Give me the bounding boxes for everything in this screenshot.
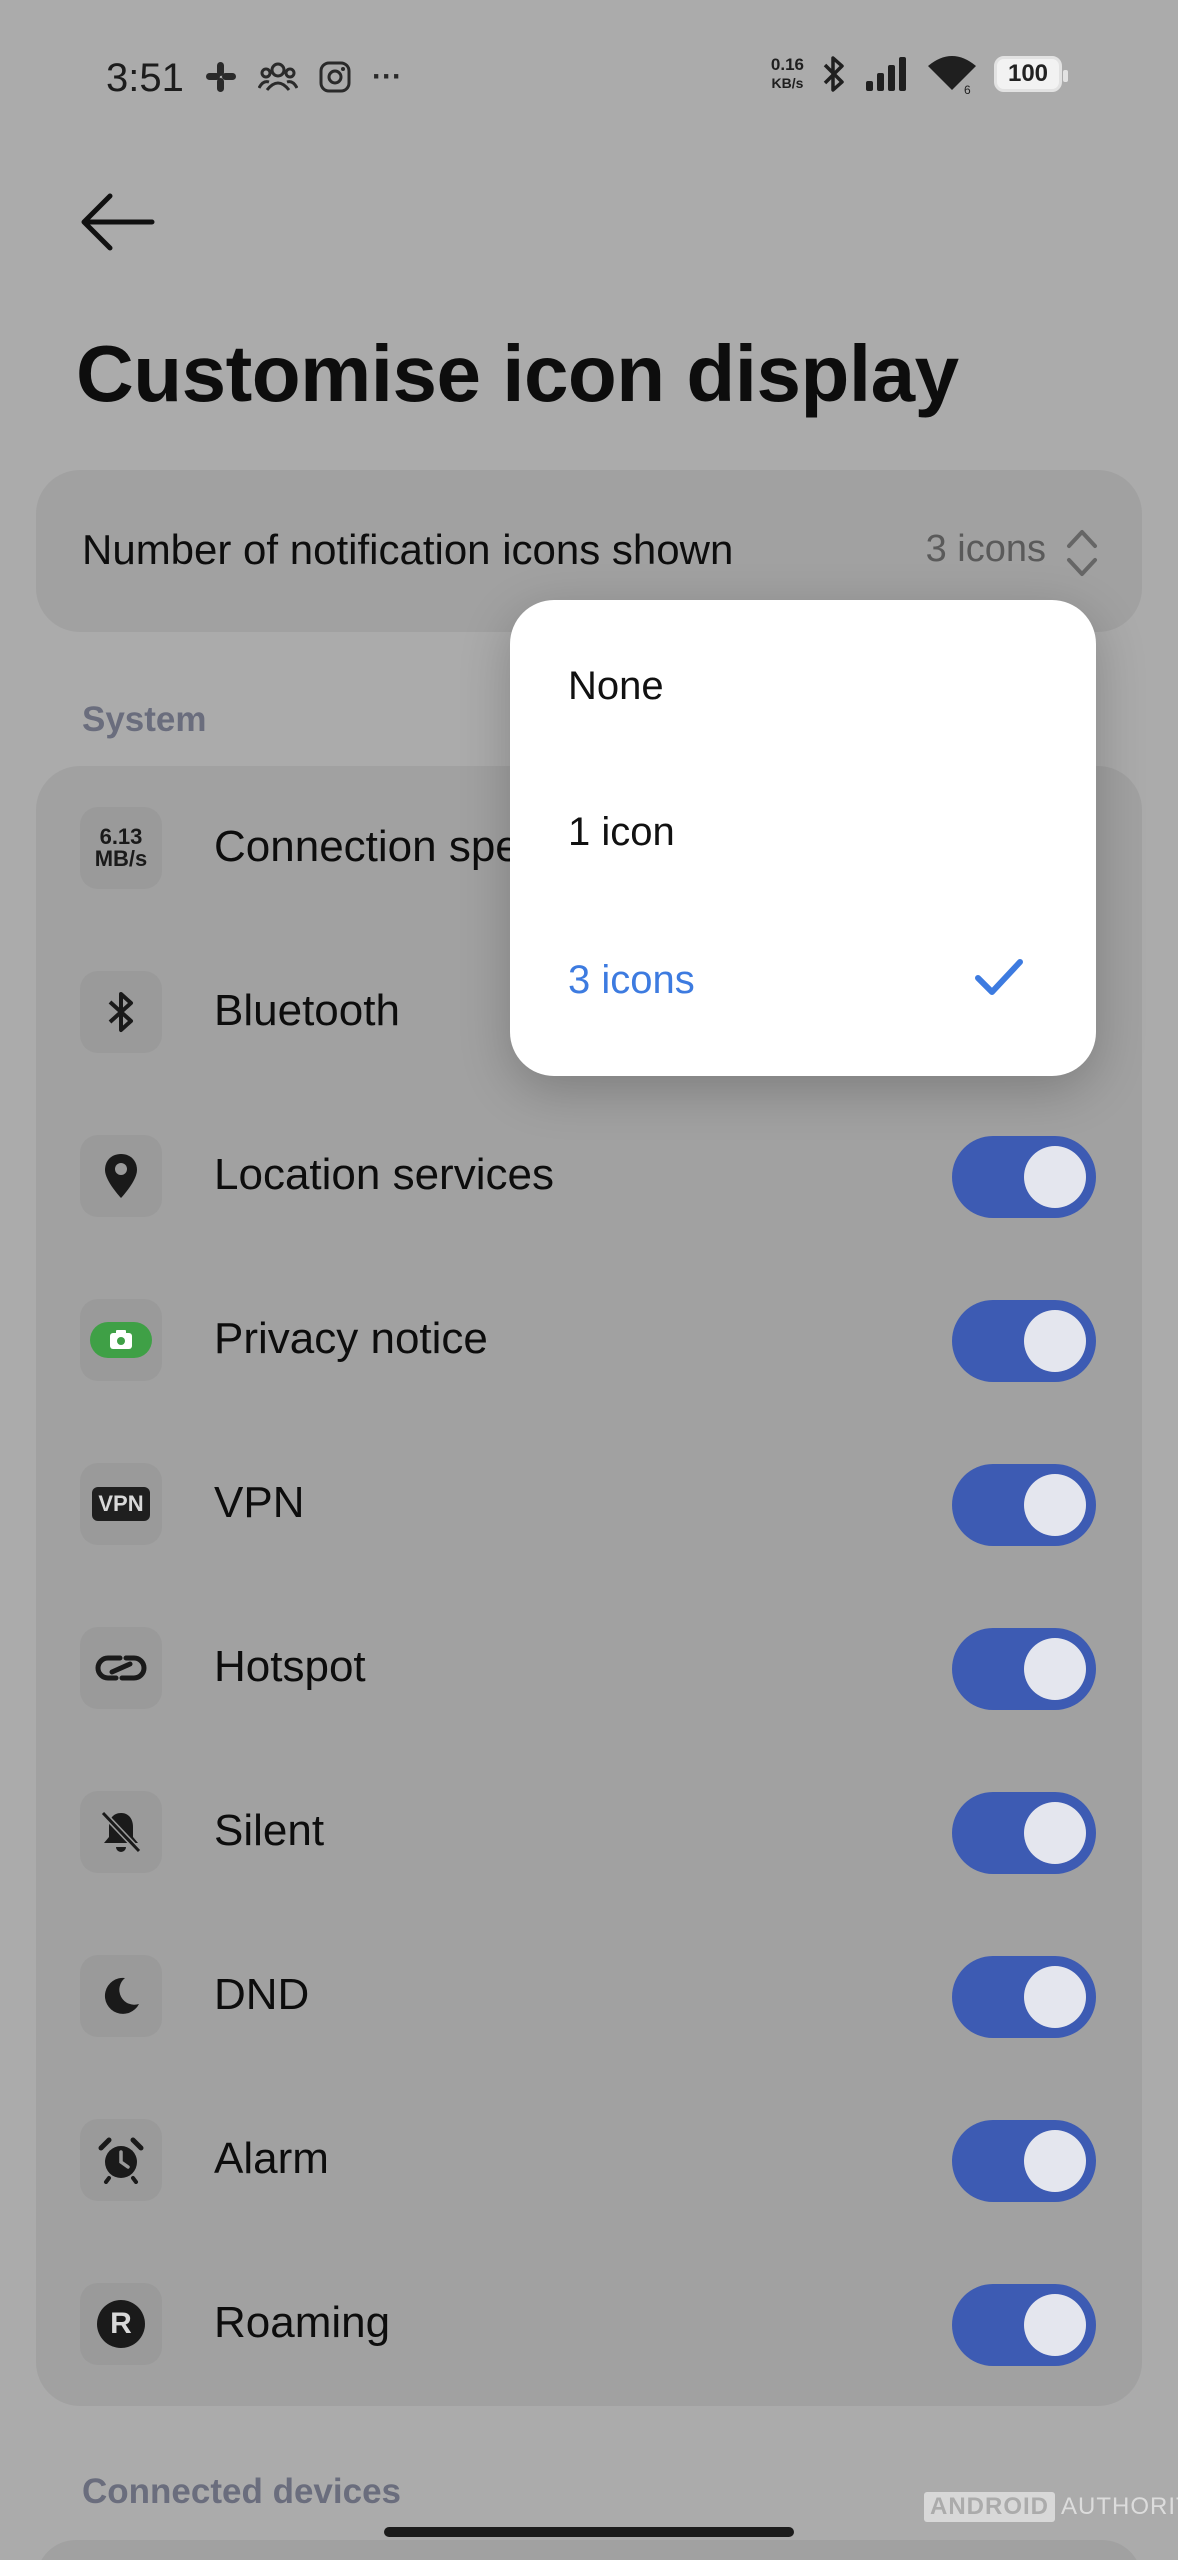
chevron-up-down-icon — [1067, 530, 1097, 576]
toggle-knob — [1024, 1310, 1086, 1372]
list-item-label: Silent — [214, 1806, 325, 1855]
dropdown-option-1-icon[interactable]: 1 icon — [568, 810, 675, 855]
camera-icon — [80, 1299, 162, 1381]
page-title: Customise icon display — [76, 329, 959, 418]
list-item-privacy-notice[interactable]: Privacy notice — [36, 1258, 1142, 1422]
privacy-notice-toggle[interactable] — [952, 1300, 1096, 1382]
location-services-toggle[interactable] — [952, 1136, 1096, 1218]
group-people-icon — [258, 62, 298, 91]
bell-off-icon — [80, 1791, 162, 1873]
list-item-silent[interactable]: Silent — [36, 1750, 1142, 1914]
network-speed: 0.16 KB/s — [770, 55, 804, 92]
toggle-knob — [1024, 1638, 1086, 1700]
notification-icons-count-label: Number of notification icons shown — [82, 526, 734, 573]
roaming-toggle[interactable] — [952, 2284, 1096, 2366]
list-item-label: Location services — [214, 1150, 554, 1199]
vpn-toggle[interactable] — [952, 1464, 1096, 1546]
back-arrow-icon[interactable] — [80, 190, 156, 254]
list-item-label: Roaming — [214, 2298, 391, 2347]
battery-indicator: 100 — [994, 56, 1068, 92]
notification-icons: ··· — [204, 60, 402, 94]
hotspot-toggle[interactable] — [952, 1628, 1096, 1710]
svg-text:6: 6 — [964, 83, 971, 94]
instagram-icon — [319, 61, 351, 93]
section-label-connected-devices: Connected devices — [82, 2472, 401, 2511]
checkmark-icon — [975, 959, 1023, 995]
list-item-label: DND — [214, 1970, 310, 2019]
moon-icon — [80, 1955, 162, 2037]
list-item-vpn[interactable]: VPN VPN — [36, 1422, 1142, 1586]
wifi-icon: 6 — [928, 56, 976, 94]
silent-toggle[interactable] — [952, 1792, 1096, 1874]
dropdown-option-3-icons[interactable]: 3 icons — [568, 958, 695, 1003]
vpn-icon: VPN — [80, 1463, 162, 1545]
dropdown-option-none[interactable]: None — [568, 664, 664, 709]
roaming-r-icon: R — [80, 2283, 162, 2365]
connected-devices-card — [36, 2540, 1142, 2560]
list-item-label: Hotspot — [214, 1642, 366, 1691]
alarm-toggle[interactable] — [952, 2120, 1096, 2202]
system-status-icons: 0.16 KB/s 6 100 — [770, 54, 1068, 94]
section-label-system: System — [82, 700, 207, 739]
cellular-signal-icon — [866, 57, 906, 91]
bluetooth-icon — [80, 971, 162, 1053]
dnd-toggle[interactable] — [952, 1956, 1096, 2038]
connection-speed-icon: 6.13 MB/s — [80, 807, 162, 889]
toggle-knob — [1024, 1802, 1086, 1864]
list-item-label: Alarm — [214, 2134, 329, 2183]
list-item-label: Bluetooth — [214, 986, 400, 1035]
toggle-knob — [1024, 1966, 1086, 2028]
toggle-knob — [1024, 2294, 1086, 2356]
alarm-clock-icon — [80, 2119, 162, 2201]
hotspot-link-icon — [80, 1627, 162, 1709]
icon-count-dropdown: None 1 icon 3 icons — [510, 600, 1096, 1076]
location-pin-icon — [80, 1135, 162, 1217]
list-item-dnd[interactable]: DND — [36, 1914, 1142, 2078]
status-clock: 3:51 — [106, 56, 184, 100]
list-item-alarm[interactable]: Alarm — [36, 2078, 1142, 2242]
android-authority-watermark: ANDROID AUTHORITY — [924, 2492, 1178, 2522]
bluetooth-status-icon — [823, 56, 844, 92]
home-indicator[interactable] — [384, 2527, 794, 2537]
notification-icons-count-value: 3 icons — [925, 528, 1046, 570]
list-item-location-services[interactable]: Location services — [36, 1094, 1142, 1258]
toggle-knob — [1024, 1146, 1086, 1208]
more-notifications-icon: ··· — [372, 60, 402, 93]
list-item-label: VPN — [214, 1478, 305, 1527]
list-item-roaming[interactable]: R Roaming — [36, 2242, 1142, 2406]
list-item-hotspot[interactable]: Hotspot — [36, 1586, 1142, 1750]
list-item-label: Privacy notice — [214, 1314, 488, 1363]
slack-icon — [206, 62, 236, 92]
toggle-knob — [1024, 1474, 1086, 1536]
toggle-knob — [1024, 2130, 1086, 2192]
status-bar: 3:51 ··· 0.16 KB/s 6 100 — [0, 0, 1178, 160]
